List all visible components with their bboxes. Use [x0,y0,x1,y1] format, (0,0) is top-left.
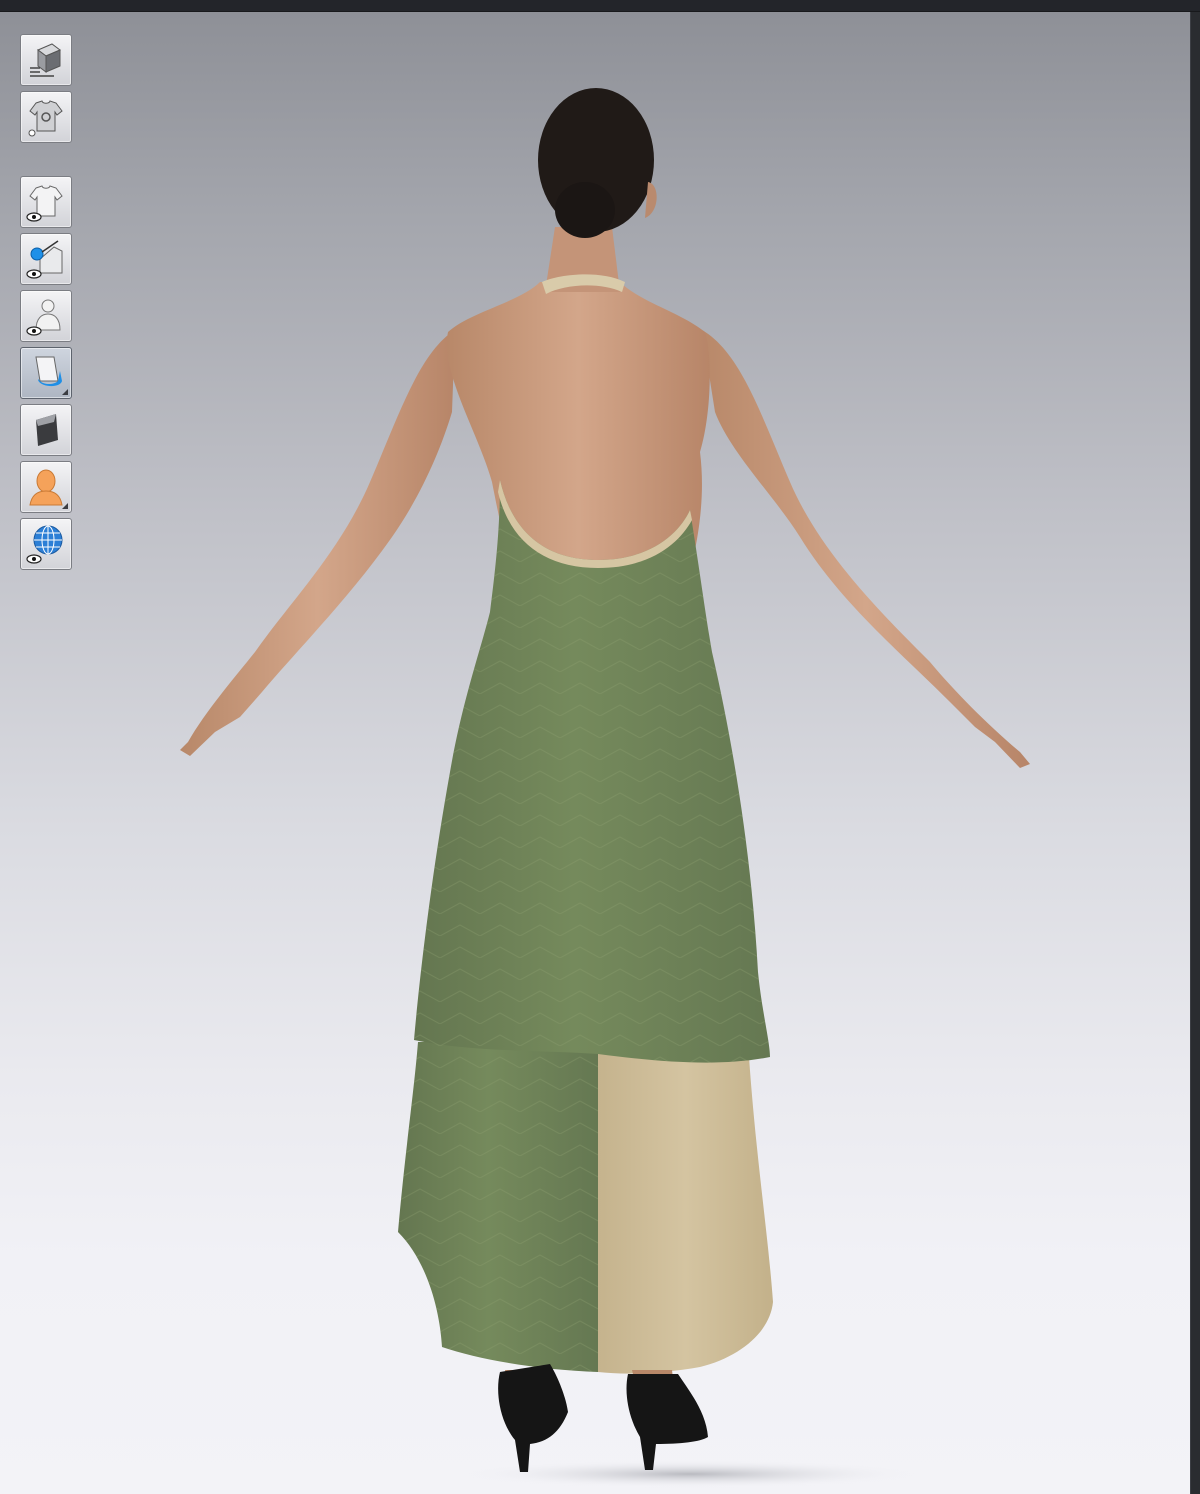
left-shoe [498,1364,568,1472]
window-title [588,0,678,6]
cad-app-window [0,0,1200,1494]
underskirt-beige [598,1042,773,1374]
hair-bun [555,182,615,238]
floor-shadow [460,1460,920,1488]
show-garment-button[interactable] [20,176,72,228]
show-environment-button[interactable] [20,518,72,570]
shirt-gear-icon [28,100,63,137]
render-mode-button[interactable] [20,404,72,456]
right-panel-edge [1190,12,1200,1494]
cube-icon [30,43,61,77]
fabric-shade-icon [36,414,58,446]
lower-skirt-pattern [398,1042,598,1372]
title-bar [0,0,1200,12]
left-arm [180,330,455,756]
submenu-indicator [62,503,68,509]
avatar-skin-button[interactable] [20,461,72,513]
texture-mode-button[interactable] [20,347,72,399]
simulation-cube-button[interactable] [20,34,72,86]
globe-eye-icon [26,525,63,564]
avatar-eye-icon [26,299,61,336]
show-avatar-button[interactable] [20,290,72,342]
bare-back [446,282,710,572]
garment-settings-button[interactable] [20,91,72,143]
shirt-eye-icon [26,185,63,222]
pin-eye-icon [26,240,63,279]
right-shoe [626,1374,708,1470]
right-arm [702,330,1030,768]
submenu-indicator [62,389,68,395]
show-pins-button[interactable] [20,233,72,285]
avatar-3d-model[interactable] [0,12,1190,1494]
3d-viewport[interactable] [0,12,1190,1494]
